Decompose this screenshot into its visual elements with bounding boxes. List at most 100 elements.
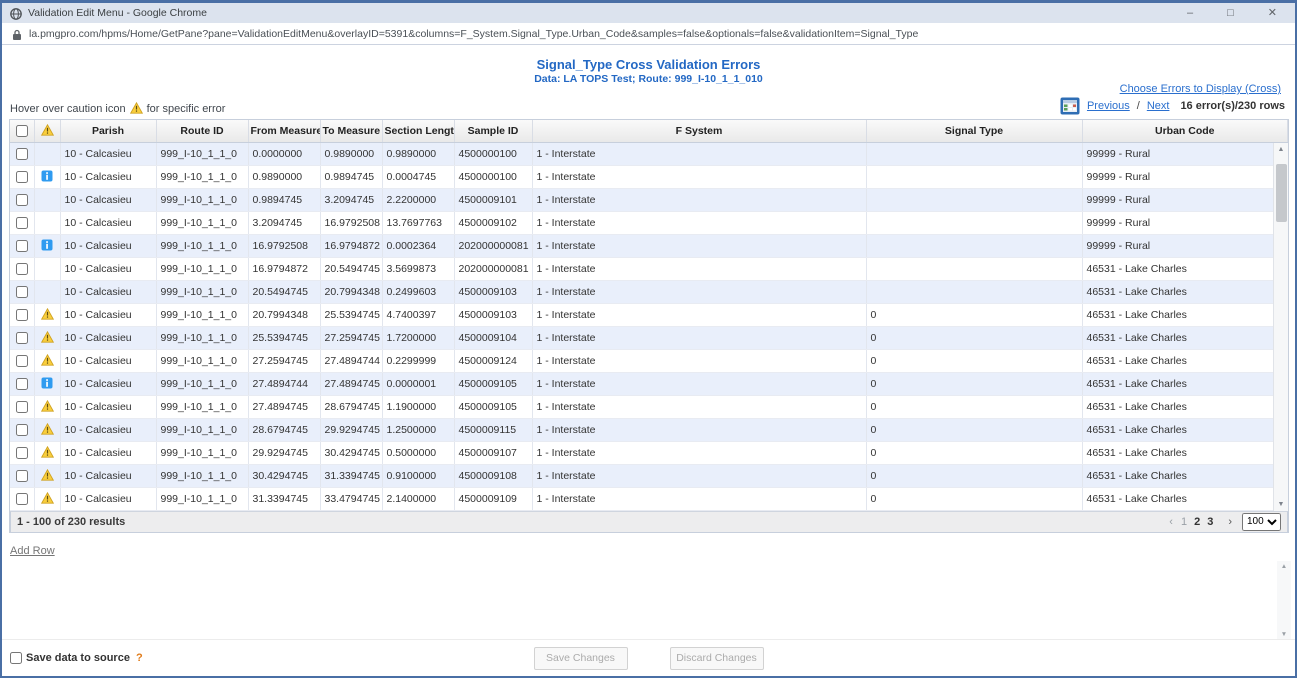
page-size-select[interactable]: 100 bbox=[1242, 513, 1281, 531]
table-row: 10 - Calcasieu999_I-10_1_1_016.979250816… bbox=[10, 234, 1288, 257]
warning-icon[interactable] bbox=[41, 333, 54, 345]
row-checkbox[interactable] bbox=[16, 263, 28, 275]
route-id-cell: 999_I-10_1_1_0 bbox=[156, 464, 248, 487]
row-checkbox[interactable] bbox=[16, 447, 28, 459]
to-measure-cell: 0.9894745 bbox=[320, 165, 382, 188]
row-checkbox[interactable] bbox=[16, 148, 28, 160]
pager: ‹ 123 › bbox=[1169, 516, 1232, 528]
to-measure-cell: 20.5494745 bbox=[320, 257, 382, 280]
warning-icon[interactable] bbox=[41, 448, 54, 460]
pager-next-arrow[interactable]: › bbox=[1228, 516, 1232, 528]
urban-code-cell: 46531 - Lake Charles bbox=[1082, 326, 1288, 349]
previous-link[interactable]: Previous bbox=[1087, 100, 1130, 112]
signal-type-cell: 0 bbox=[866, 372, 1082, 395]
select-all-checkbox[interactable] bbox=[16, 125, 28, 137]
maximize-button[interactable]: □ bbox=[1227, 4, 1234, 22]
row-checkbox[interactable] bbox=[16, 240, 28, 252]
to-measure-cell: 28.6794745 bbox=[320, 395, 382, 418]
scroll-down-arrow[interactable]: ▼ bbox=[1274, 498, 1289, 511]
f-system-cell: 1 - Interstate bbox=[532, 165, 866, 188]
scrollbar-track[interactable] bbox=[1274, 156, 1288, 498]
signal-type-cell: 0 bbox=[866, 303, 1082, 326]
minimize-button[interactable]: – bbox=[1187, 4, 1193, 22]
parish-cell: 10 - Calcasieu bbox=[60, 349, 156, 372]
table-grid-icon[interactable] bbox=[1060, 97, 1080, 115]
save-changes-button[interactable]: Save Changes bbox=[534, 647, 628, 670]
parish-cell: 10 - Calcasieu bbox=[60, 280, 156, 303]
signal-type-cell: 0 bbox=[866, 418, 1082, 441]
scrollbar-thumb[interactable] bbox=[1276, 164, 1287, 222]
table-row: 10 - Calcasieu999_I-10_1_1_028.679474529… bbox=[10, 418, 1288, 441]
warning-icon[interactable] bbox=[41, 310, 54, 322]
pager-prev-arrow[interactable]: ‹ bbox=[1169, 516, 1173, 528]
row-checkbox[interactable] bbox=[16, 194, 28, 206]
f-system-cell: 1 - Interstate bbox=[532, 257, 866, 280]
parish-cell: 10 - Calcasieu bbox=[60, 326, 156, 349]
row-select-cell bbox=[10, 441, 34, 464]
section-length-cell: 0.0000001 bbox=[382, 372, 454, 395]
to-measure-cell: 20.7994348 bbox=[320, 280, 382, 303]
info-icon[interactable] bbox=[41, 379, 53, 391]
row-checkbox[interactable] bbox=[16, 401, 28, 413]
urban-code-cell: 99999 - Rural bbox=[1082, 142, 1288, 165]
warning-icon[interactable] bbox=[41, 494, 54, 506]
pager-page-1[interactable]: 1 bbox=[1181, 516, 1187, 528]
urban-code-cell: 99999 - Rural bbox=[1082, 165, 1288, 188]
warning-icon[interactable] bbox=[41, 402, 54, 414]
route-id-cell: 999_I-10_1_1_0 bbox=[156, 372, 248, 395]
save-to-source-checkbox[interactable] bbox=[10, 652, 22, 664]
warning-icon[interactable] bbox=[41, 356, 54, 368]
row-checkbox[interactable] bbox=[16, 332, 28, 344]
signal-type-cell bbox=[866, 165, 1082, 188]
browser-window: Validation Edit Menu - Google Chrome – □… bbox=[0, 0, 1297, 678]
from-measure-cell: 16.9792508 bbox=[248, 234, 320, 257]
warning-icon[interactable] bbox=[41, 425, 54, 437]
row-checkbox[interactable] bbox=[16, 286, 28, 298]
row-checkbox[interactable] bbox=[16, 493, 28, 505]
to-measure-cell: 16.9794872 bbox=[320, 234, 382, 257]
parish-cell: 10 - Calcasieu bbox=[60, 165, 156, 188]
to-measure-cell: 0.9890000 bbox=[320, 142, 382, 165]
row-select-cell bbox=[10, 142, 34, 165]
urban-code-cell: 99999 - Rural bbox=[1082, 234, 1288, 257]
info-icon[interactable] bbox=[41, 241, 53, 253]
parish-cell: 10 - Calcasieu bbox=[60, 234, 156, 257]
address-bar[interactable]: la.pmgpro.com/hpms/Home/GetPane?pane=Val… bbox=[2, 23, 1295, 45]
row-checkbox[interactable] bbox=[16, 470, 28, 482]
to-measure-cell: 27.4894744 bbox=[320, 349, 382, 372]
add-row-link[interactable]: Add Row bbox=[10, 545, 55, 557]
route-id-cell: 999_I-10_1_1_0 bbox=[156, 211, 248, 234]
choose-errors-link[interactable]: Choose Errors to Display (Cross) bbox=[1120, 83, 1281, 95]
row-checkbox[interactable] bbox=[16, 217, 28, 229]
info-icon[interactable] bbox=[41, 172, 53, 184]
discard-changes-button[interactable]: Discard Changes bbox=[670, 647, 764, 670]
from-measure-cell: 27.4894744 bbox=[248, 372, 320, 395]
route-id-cell: 999_I-10_1_1_0 bbox=[156, 326, 248, 349]
row-checkbox[interactable] bbox=[16, 378, 28, 390]
row-checkbox[interactable] bbox=[16, 424, 28, 436]
pane-scroll-up-arrow[interactable]: ▲ bbox=[1277, 561, 1291, 573]
urban-code-cell: 46531 - Lake Charles bbox=[1082, 349, 1288, 372]
urban-code-cell: 99999 - Rural bbox=[1082, 188, 1288, 211]
parish-cell: 10 - Calcasieu bbox=[60, 142, 156, 165]
table-row: 10 - Calcasieu999_I-10_1_1_030.429474531… bbox=[10, 464, 1288, 487]
f-system-cell: 1 - Interstate bbox=[532, 211, 866, 234]
sample-id-cell: 4500009105 bbox=[454, 395, 532, 418]
scroll-up-arrow[interactable]: ▲ bbox=[1274, 143, 1289, 156]
urban-code-cell: 46531 - Lake Charles bbox=[1082, 418, 1288, 441]
pager-page-2[interactable]: 2 bbox=[1194, 516, 1200, 528]
route-id-cell: 999_I-10_1_1_0 bbox=[156, 395, 248, 418]
route-id-cell: 999_I-10_1_1_0 bbox=[156, 349, 248, 372]
urban-code-cell: 46531 - Lake Charles bbox=[1082, 303, 1288, 326]
row-checkbox[interactable] bbox=[16, 355, 28, 367]
help-question-mark[interactable]: ? bbox=[136, 652, 143, 664]
row-checkbox[interactable] bbox=[16, 309, 28, 321]
row-select-cell bbox=[10, 464, 34, 487]
col-header-to-measure: To Measure bbox=[320, 120, 382, 142]
close-button[interactable]: ✕ bbox=[1268, 4, 1277, 22]
row-checkbox[interactable] bbox=[16, 171, 28, 183]
pager-page-3[interactable]: 3 bbox=[1207, 516, 1213, 528]
next-link[interactable]: Next bbox=[1147, 100, 1170, 112]
warning-icon[interactable] bbox=[41, 471, 54, 483]
sample-id-cell: 4500009108 bbox=[454, 464, 532, 487]
